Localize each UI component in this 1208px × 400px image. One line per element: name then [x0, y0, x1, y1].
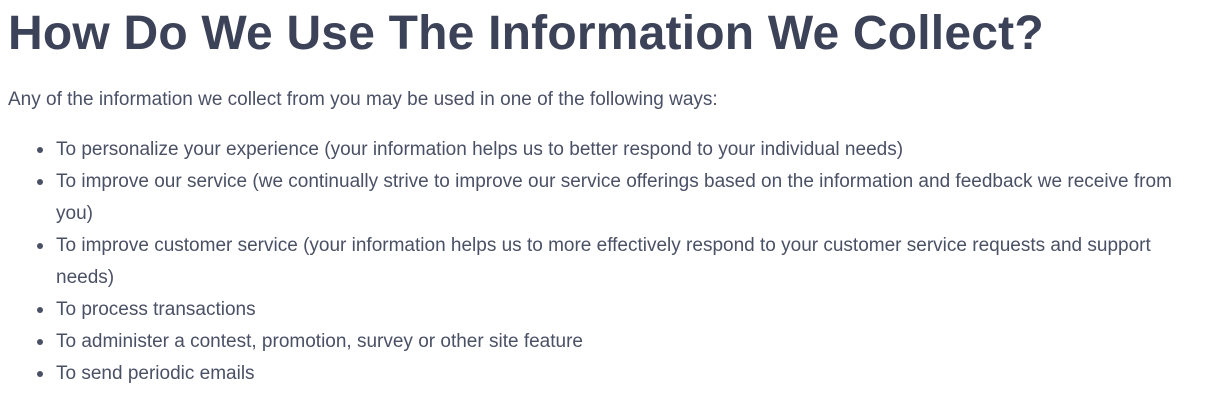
intro-text: Any of the information we collect from y…	[8, 89, 718, 110]
bullet-icon	[37, 243, 43, 249]
uses-list: To personalize your experience (your inf…	[8, 134, 1200, 390]
bullet-icon	[37, 147, 43, 153]
bullet-icon	[37, 339, 43, 345]
list-item: To improve customer service (your inform…	[37, 230, 1200, 294]
privacy-section: How Do We Use The Information We Collect…	[0, 0, 1208, 390]
list-item: To process transactions	[37, 294, 1200, 326]
list-item-text: To improve our service (we continually s…	[56, 171, 1172, 224]
bullet-icon	[37, 307, 43, 313]
list-item-text: To administer a contest, promotion, surv…	[56, 331, 583, 352]
list-item-text: To improve customer service (your inform…	[56, 235, 1151, 288]
list-item-text: To personalize your experience (your inf…	[56, 139, 904, 160]
list-item: To send periodic emails	[37, 358, 1200, 390]
list-item: To personalize your experience (your inf…	[37, 134, 1200, 166]
list-item-text: To send periodic emails	[56, 363, 255, 384]
bullet-icon	[37, 371, 43, 377]
section-heading: How Do We Use The Information We Collect…	[8, 7, 1044, 60]
list-item-text: To process transactions	[56, 299, 256, 320]
bullet-icon	[37, 179, 43, 185]
list-item: To administer a contest, promotion, surv…	[37, 326, 1200, 358]
list-item: To improve our service (we continually s…	[37, 166, 1200, 230]
